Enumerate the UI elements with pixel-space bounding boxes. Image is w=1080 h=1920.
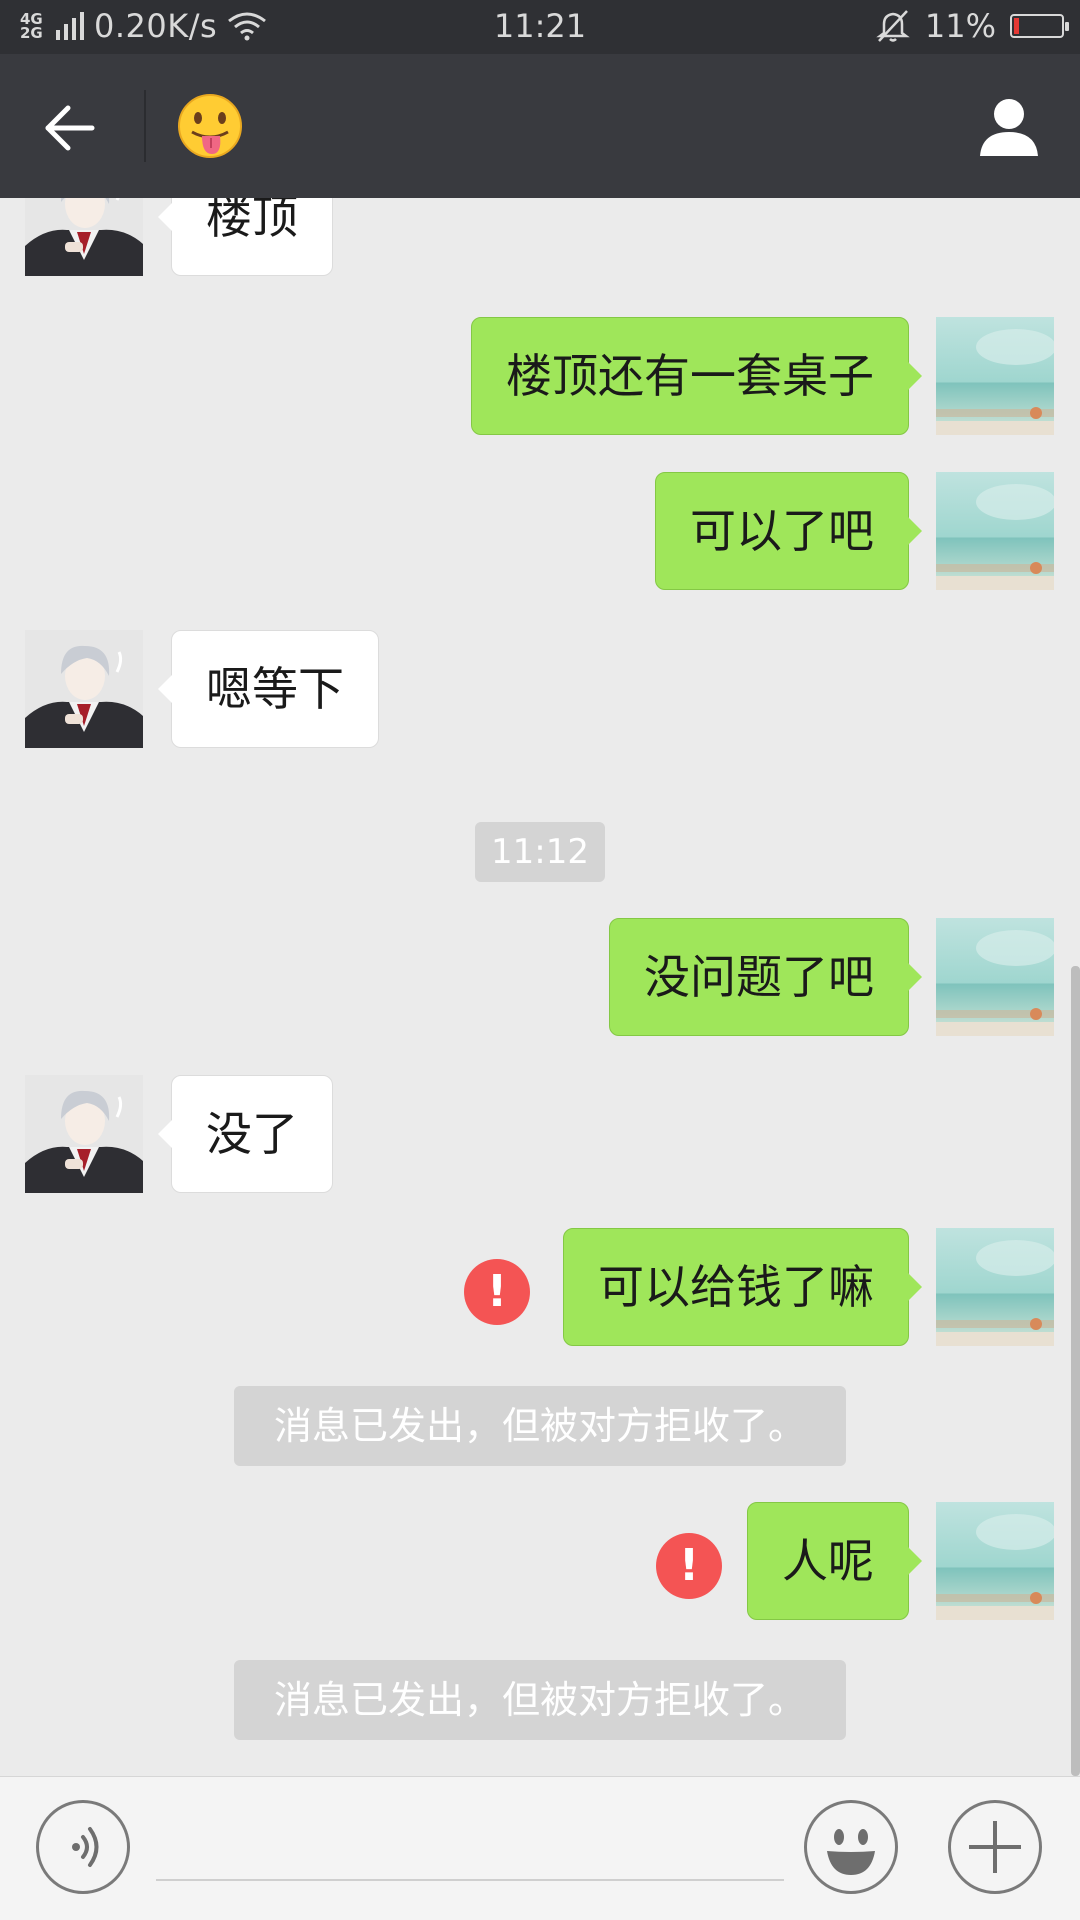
send-failed-icon[interactable]: ! — [656, 1533, 722, 1599]
chat-message-list[interactable]: 楼顶 楼顶还有一套桌子 可以了吧 嗯等下 11:12 没问题了吧 没了 ! 可以… — [0, 198, 1080, 1776]
tongue-emoji-icon — [178, 94, 242, 158]
emoji-button[interactable] — [804, 1800, 898, 1894]
more-button[interactable] — [948, 1800, 1042, 1894]
message-timestamp: 11:12 — [475, 822, 605, 882]
system-notice: 消息已发出，但被对方拒收了。 — [234, 1386, 846, 1466]
mute-bell-icon — [876, 10, 910, 42]
message-bubble-outgoing[interactable]: 可以了吧 — [655, 472, 922, 590]
plus-icon — [969, 1821, 1021, 1873]
my-avatar[interactable] — [936, 1502, 1054, 1620]
title-divider — [144, 90, 146, 162]
message-bubble-outgoing[interactable]: 楼顶还有一套桌子 — [471, 317, 922, 435]
back-arrow-icon[interactable] — [40, 98, 100, 158]
profile-icon[interactable] — [976, 94, 1042, 160]
message-bubble-outgoing[interactable]: 人呢 — [747, 1502, 922, 1620]
battery-percent: 11% — [924, 7, 996, 45]
my-avatar[interactable] — [936, 472, 1054, 590]
scrollbar[interactable] — [1071, 966, 1080, 1776]
my-avatar[interactable] — [936, 1228, 1054, 1346]
contact-avatar[interactable] — [25, 198, 143, 276]
my-avatar[interactable] — [936, 918, 1054, 1036]
message-bubble-outgoing[interactable]: 可以给钱了嘛 — [563, 1228, 922, 1346]
emoji-icon — [827, 1829, 875, 1875]
message-bubble-incoming[interactable]: 没了 — [158, 1075, 333, 1193]
battery-fill — [1014, 18, 1019, 34]
system-notice: 消息已发出，但被对方拒收了。 — [234, 1660, 846, 1740]
contact-avatar[interactable] — [25, 630, 143, 748]
input-bar — [0, 1776, 1080, 1920]
message-bubble-incoming[interactable]: 嗯等下 — [158, 630, 379, 748]
voice-button[interactable] — [36, 1800, 130, 1894]
battery-icon — [1010, 14, 1069, 38]
title-bar — [0, 54, 1080, 198]
voice-icon — [72, 1827, 99, 1867]
status-bar: 4G 2G 0.20K/s 11:21 11% — [0, 0, 1080, 54]
contact-avatar[interactable] — [25, 1075, 143, 1193]
message-bubble-incoming[interactable]: 楼顶 — [158, 198, 333, 276]
message-input[interactable] — [156, 1813, 784, 1881]
send-failed-icon[interactable]: ! — [464, 1259, 530, 1325]
message-bubble-outgoing[interactable]: 没问题了吧 — [609, 918, 922, 1036]
my-avatar[interactable] — [936, 317, 1054, 435]
